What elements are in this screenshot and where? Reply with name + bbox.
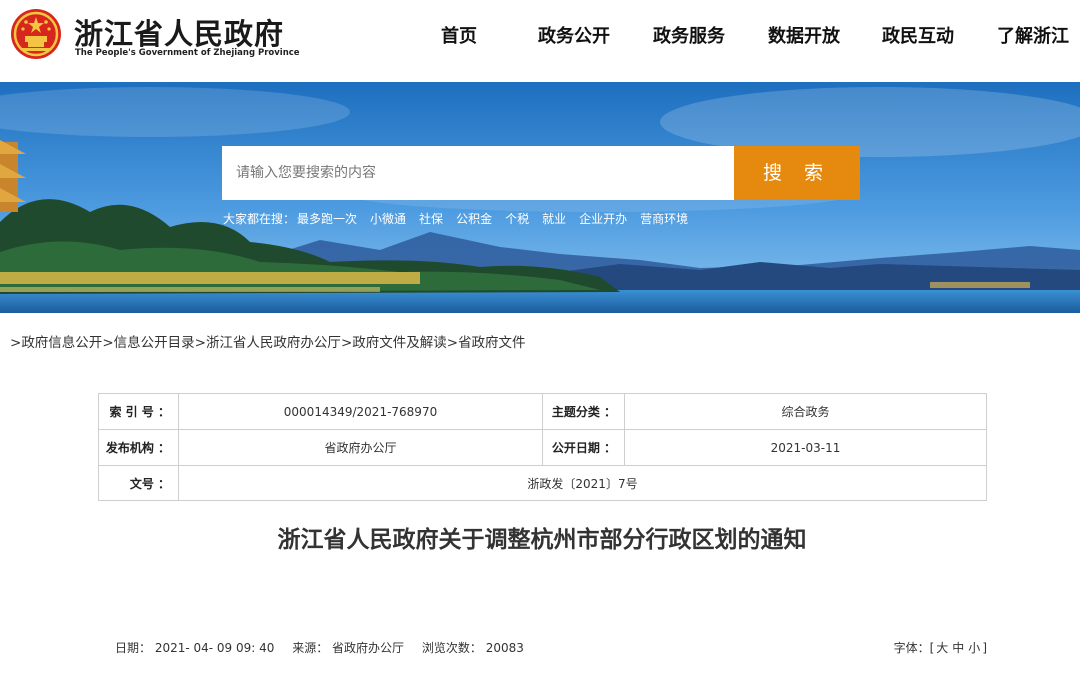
date-value: 2021-03-11 (624, 429, 987, 466)
hot-link[interactable]: 个税 (505, 210, 529, 227)
font-size-medium-button[interactable]: 中 (952, 641, 964, 655)
search-button[interactable]: 搜 索 (734, 146, 860, 200)
topic-value: 综合政务 (624, 393, 987, 430)
issuer-value: 省政府办公厅 (178, 429, 543, 466)
hot-link[interactable]: 就业 (542, 210, 566, 227)
hot-link[interactable]: 最多跑一次 (297, 210, 357, 227)
search-input[interactable] (222, 146, 734, 200)
issuer-label: 发布机构 ： (98, 429, 179, 466)
hot-link[interactable]: 小微通 (370, 210, 406, 227)
breadcrumb-separator: > (340, 335, 353, 351)
docno-label: 文号 ： (98, 465, 179, 501)
document-title: 浙江省人民政府关于调整杭州市部分行政区划的通知 (277, 527, 807, 553)
main-nav: 首页 政务公开 政务服务 数据开放 政民互动 了解浙江 (0, 24, 1080, 54)
hero-banner: 搜 索 大家都在搜：最多跑一次小微通社保公积金个税就业企业开办营商环境 (0, 82, 1080, 313)
font-size-large-button[interactable]: 大 (936, 641, 948, 655)
breadcrumb-separator: > (10, 335, 22, 351)
breadcrumb-item-gov-documents[interactable]: 政府文件及解读 (352, 335, 447, 351)
publish-date: 日期： 2021- 04- 09 09: 40 (115, 641, 275, 655)
nav-open-data[interactable]: 数据开放 (768, 24, 840, 50)
font-size-label: 字体：[ (893, 641, 935, 655)
breadcrumb-item-provincial-documents[interactable]: 省政府文件 (458, 335, 526, 351)
index-value: 000014349/2021-768970 (178, 393, 543, 430)
date-label: 公开日期 ： (542, 429, 625, 466)
table-row: 文号 ： 浙政发〔2021〕7号 (98, 465, 987, 501)
document-meta: 日期： 2021- 04- 09 09: 40 来源： 省政府办公厅 浏览次数：… (115, 639, 538, 656)
nav-gov-affairs-open[interactable]: 政务公开 (538, 24, 610, 50)
breadcrumb-item-info-catalog[interactable]: 信息公开目录 (114, 335, 195, 351)
hot-link[interactable]: 社保 (419, 210, 443, 227)
topic-label: 主题分类 ： (542, 393, 625, 430)
breadcrumb: >政府信息公开>信息公开目录>浙江省人民政府办公厅>政府文件及解读>省政府文件 (10, 331, 526, 351)
font-size-switcher: 字体：[大中小] (894, 639, 987, 656)
breadcrumb-separator: > (446, 335, 459, 351)
font-size-bracket: ] (982, 641, 987, 655)
nav-gov-services[interactable]: 政务服务 (653, 24, 725, 50)
breadcrumb-item-general-office[interactable]: 浙江省人民政府办公厅 (206, 335, 341, 351)
site-header: 浙江省人民政府 The People's Government of Zheji… (0, 0, 1080, 82)
document-info-table: 索 引 号 ： 000014349/2021-768970 主题分类 ： 综合政… (98, 393, 987, 501)
source: 来源： 省政府办公厅 (292, 641, 405, 655)
nav-interaction[interactable]: 政民互动 (882, 24, 954, 50)
breadcrumb-separator: > (194, 335, 206, 351)
view-count: 浏览次数： 20083 (421, 641, 524, 655)
nav-home[interactable]: 首页 (441, 24, 477, 50)
nav-about-zhejiang[interactable]: 了解浙江 (997, 24, 1069, 50)
docno-value: 浙政发〔2021〕7号 (178, 465, 987, 501)
font-size-small-button[interactable]: 小 (968, 641, 980, 655)
breadcrumb-item-gov-info-open[interactable]: 政府信息公开 (21, 335, 102, 351)
hot-searches-label: 大家都在搜： (223, 212, 296, 226)
hot-link[interactable]: 营商环境 (640, 210, 688, 227)
breadcrumb-separator: > (102, 335, 114, 351)
hot-link[interactable]: 企业开办 (579, 210, 627, 227)
hot-searches: 大家都在搜： 最多跑一次 小微通 社保 公积金 个税 就业 企业开办 营商环境 (223, 210, 701, 227)
table-row: 索 引 号 ： 000014349/2021-768970 主题分类 ： 综合政… (98, 393, 987, 430)
table-row: 发布机构 ： 省政府办公厅 公开日期 ： 2021-03-11 (98, 429, 987, 466)
index-label: 索 引 号 ： (98, 393, 179, 430)
hot-link[interactable]: 公积金 (456, 210, 492, 227)
